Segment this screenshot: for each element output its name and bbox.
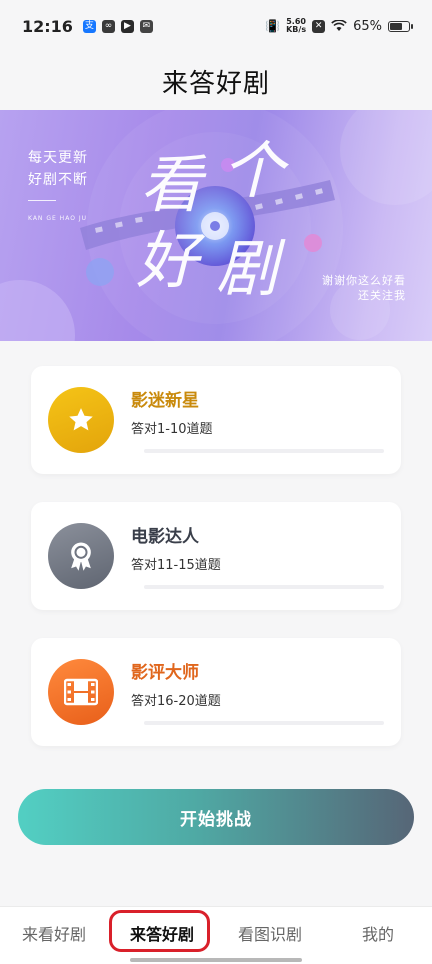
active-tab-highlight [109, 910, 210, 952]
level-badge [48, 523, 114, 589]
banner-char-hao: 好 [136, 224, 199, 297]
banner-thanks: 谢谢你这么好看 还关注我 [322, 273, 406, 303]
banner-char-ju: 剧 [216, 232, 279, 305]
link-app-icon: ∞ [101, 19, 115, 33]
banner-slogan-line1: 每天更新 [28, 150, 88, 166]
status-time: 12:16 [22, 16, 73, 36]
net-speed: 5.60 KB/s [286, 18, 306, 34]
banner-divider [28, 200, 56, 201]
no-sim-icon: ✕ [312, 19, 326, 33]
alipay-icon: 支 [82, 19, 96, 33]
home-indicator [130, 958, 302, 962]
level-card-movie-fan-star[interactable]: 影迷新星 答对1-10道题 [31, 366, 401, 474]
status-right: 📳 5.60 KB/s ✕ 65% [265, 18, 413, 34]
status-left: 12:16 支 ∞ ▶ ✉ [22, 17, 153, 36]
banner-slogan-line2: 好剧不断 [28, 172, 88, 188]
banner-thanks-line2: 还关注我 [358, 289, 406, 302]
bottom-tab-bar: 来看好剧 来答好剧 看图识剧 我的 [0, 906, 432, 964]
award-ribbon-icon [71, 542, 91, 571]
battery-percent: 65% [353, 18, 382, 34]
video-app-icon: ▶ [120, 19, 134, 33]
page-title: 来答好剧 [161, 68, 270, 99]
level-title: 影迷新星 [131, 391, 199, 411]
banner-thanks-line1: 谢谢你这么好看 [322, 274, 406, 287]
banner-slogan: 每天更新 好剧不断 KAN GE HAO JU [28, 148, 88, 229]
level-progress-track [144, 449, 384, 453]
tab-guess-by-picture[interactable]: 看图识剧 [216, 907, 324, 959]
start-challenge-button[interactable]: 开始挑战 [18, 789, 414, 845]
level-card-film-critic-master[interactable]: 影评大师 答对16-20道题 [31, 638, 401, 746]
level-progress-track [144, 721, 384, 725]
film-strip-icon [64, 678, 98, 706]
tab-watch-shows[interactable]: 来看好剧 [0, 907, 108, 959]
level-progress-track [144, 585, 384, 589]
level-title: 电影达人 [131, 527, 199, 547]
banner[interactable]: 每天更新 好剧不断 KAN GE HAO JU 看 个 好 剧 谢谢你这么好看 … [0, 110, 432, 341]
tab-mine[interactable]: 我的 [324, 907, 432, 959]
level-requirement: 答对16-20道题 [131, 694, 221, 709]
vibrate-icon: 📳 [265, 19, 281, 33]
level-requirement: 答对1-10道题 [131, 422, 213, 437]
status-bar: 12:16 支 ∞ ▶ ✉ 📳 5.60 KB/s ✕ 65% [0, 0, 432, 52]
level-card-movie-expert[interactable]: 电影达人 答对11-15道题 [31, 502, 401, 610]
star-icon [69, 408, 93, 431]
level-requirement: 答对11-15道题 [131, 558, 221, 573]
net-speed-unit: KB/s [286, 25, 307, 34]
wifi-icon [331, 20, 347, 31]
level-badge [48, 387, 114, 453]
level-title: 影评大师 [131, 663, 199, 683]
battery-icon [388, 20, 413, 32]
mail-app-icon: ✉ [139, 19, 153, 33]
level-badge [48, 659, 114, 725]
banner-pinyin: KAN GE HAO JU [28, 215, 87, 222]
banner-char-kan: 看 [140, 148, 203, 221]
banner-char-ge: 个 [222, 134, 285, 207]
